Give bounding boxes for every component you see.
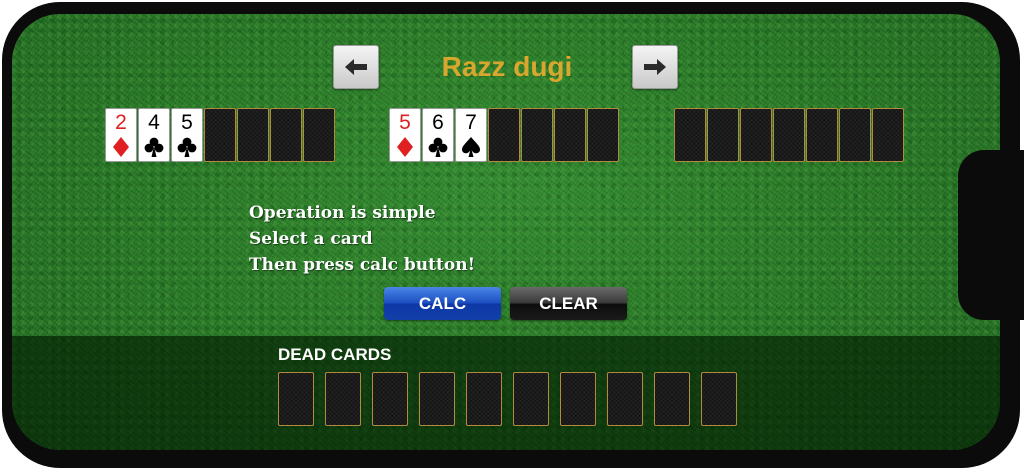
dead-card-slot[interactable] bbox=[419, 372, 455, 426]
empty-card-slot[interactable] bbox=[270, 108, 302, 162]
empty-card-slot[interactable] bbox=[740, 108, 772, 162]
player-hand-2: 567 bbox=[389, 108, 620, 164]
club-icon bbox=[139, 136, 169, 158]
arrow-right-icon bbox=[644, 59, 666, 75]
dead-card-slot[interactable] bbox=[607, 372, 643, 426]
prev-game-button[interactable] bbox=[333, 45, 379, 89]
empty-card-slot[interactable] bbox=[204, 108, 236, 162]
diamond-icon bbox=[390, 136, 420, 158]
instruction-line: Select a card bbox=[249, 229, 373, 249]
instruction-line: Then press calc button! bbox=[249, 255, 476, 275]
club-icon bbox=[423, 136, 453, 158]
device-frame: Razz dugi 245 567 Operation is simple Se… bbox=[0, 0, 1024, 473]
dead-card-slot[interactable] bbox=[654, 372, 690, 426]
club-icon bbox=[172, 136, 202, 158]
game-title: Razz dugi bbox=[441, 51, 573, 82]
empty-card-slot[interactable] bbox=[839, 108, 871, 162]
calc-button[interactable]: CALC bbox=[384, 287, 501, 320]
dead-card-slot[interactable] bbox=[278, 372, 314, 426]
card-7-spade[interactable]: 7 bbox=[455, 108, 487, 162]
dead-card-slot[interactable] bbox=[372, 372, 408, 426]
diamond-icon bbox=[106, 136, 136, 158]
empty-card-slot[interactable] bbox=[806, 108, 838, 162]
card-rank: 4 bbox=[148, 111, 160, 134]
clear-button[interactable]: CLEAR bbox=[510, 287, 627, 320]
card-rank: 6 bbox=[432, 111, 444, 134]
card-rank: 7 bbox=[465, 111, 477, 134]
card-rank: 5 bbox=[399, 111, 411, 134]
card-4-club[interactable]: 4 bbox=[138, 108, 170, 162]
dead-card-slot[interactable] bbox=[560, 372, 596, 426]
empty-card-slot[interactable] bbox=[554, 108, 586, 162]
empty-card-slot[interactable] bbox=[303, 108, 335, 162]
spade-icon bbox=[456, 136, 486, 158]
game-screen: Razz dugi 245 567 Operation is simple Se… bbox=[12, 14, 1000, 450]
card-5-diamond[interactable]: 5 bbox=[389, 108, 421, 162]
card-rank: 2 bbox=[115, 111, 127, 134]
dead-card-slot[interactable] bbox=[513, 372, 549, 426]
instruction-line: Operation is simple bbox=[249, 203, 436, 223]
dead-card-slot[interactable] bbox=[466, 372, 502, 426]
card-5-club[interactable]: 5 bbox=[171, 108, 203, 162]
empty-card-slot[interactable] bbox=[674, 108, 706, 162]
dead-card-slot[interactable] bbox=[701, 372, 737, 426]
next-game-button[interactable] bbox=[632, 45, 678, 89]
card-6-club[interactable]: 6 bbox=[422, 108, 454, 162]
empty-card-slot[interactable] bbox=[521, 108, 553, 162]
empty-card-slot[interactable] bbox=[237, 108, 269, 162]
empty-card-slot[interactable] bbox=[773, 108, 805, 162]
empty-card-slot[interactable] bbox=[707, 108, 739, 162]
arrow-left-icon bbox=[345, 59, 367, 75]
instructions-text: Operation is simple Select a card Then p… bbox=[249, 200, 475, 278]
empty-card-slot[interactable] bbox=[872, 108, 904, 162]
card-rank: 5 bbox=[181, 111, 193, 134]
dead-cards-row bbox=[278, 372, 748, 426]
phone-notch-edge bbox=[1000, 150, 1024, 320]
player-hand-3 bbox=[674, 108, 905, 164]
empty-card-slot[interactable] bbox=[488, 108, 520, 162]
dead-cards-label: DEAD CARDS bbox=[278, 345, 392, 364]
player-hand-1: 245 bbox=[105, 108, 336, 164]
empty-card-slot[interactable] bbox=[587, 108, 619, 162]
card-2-diamond[interactable]: 2 bbox=[105, 108, 137, 162]
dead-card-slot[interactable] bbox=[325, 372, 361, 426]
